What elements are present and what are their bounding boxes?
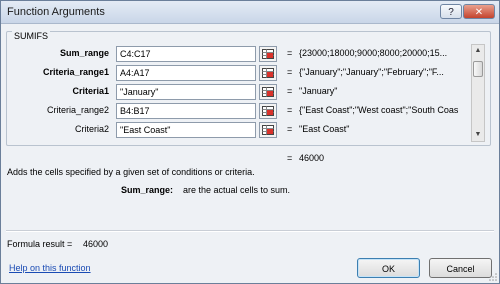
argument-help-name: Sum_range: bbox=[121, 185, 174, 195]
scroll-down-icon[interactable]: ▼ bbox=[472, 129, 484, 141]
criteria2-input[interactable] bbox=[116, 122, 256, 138]
function-result-equals: = bbox=[287, 153, 293, 163]
argument-label: Criteria_range1 bbox=[42, 67, 109, 77]
collapse-dialog-button[interactable] bbox=[259, 46, 277, 62]
close-icon: ✕ bbox=[474, 7, 484, 18]
equals-sign: = bbox=[287, 48, 293, 58]
equals-sign: = bbox=[287, 67, 293, 77]
collapse-dialog-button[interactable] bbox=[259, 122, 277, 138]
sum-range-input[interactable] bbox=[116, 46, 256, 62]
argument-row-criteria-range1: Criteria_range1 = {"January";"January";"… bbox=[1, 65, 500, 82]
criteria1-input[interactable] bbox=[116, 84, 256, 100]
criteria-range2-input[interactable] bbox=[116, 103, 256, 119]
function-result-value: 46000 bbox=[299, 153, 325, 163]
title-help-button[interactable]: ? bbox=[440, 4, 462, 19]
collapse-dialog-button[interactable] bbox=[259, 103, 277, 119]
range-collapse-icon bbox=[262, 68, 274, 78]
function-description: Adds the cells specified by a given set … bbox=[7, 167, 255, 177]
range-collapse-icon bbox=[262, 87, 274, 97]
ok-button[interactable]: OK bbox=[357, 258, 420, 278]
scroll-up-icon[interactable]: ▲ bbox=[472, 45, 484, 57]
argument-value: "East Coast" bbox=[299, 124, 350, 134]
window-title: Function Arguments bbox=[7, 6, 105, 18]
collapse-dialog-button[interactable] bbox=[259, 65, 277, 81]
argument-label: Criteria2 bbox=[74, 124, 109, 134]
argument-label: Criteria1 bbox=[72, 86, 109, 96]
divider bbox=[6, 230, 494, 232]
resize-grip-icon[interactable] bbox=[489, 273, 497, 281]
arguments-scrollbar[interactable]: ▲ ▼ bbox=[471, 44, 485, 142]
equals-sign: = bbox=[287, 86, 293, 96]
title-close-button[interactable]: ✕ bbox=[463, 4, 495, 19]
collapse-dialog-button[interactable] bbox=[259, 84, 277, 100]
argument-row-criteria-range2: Criteria_range2 = {"East Coast";"West co… bbox=[1, 103, 500, 120]
cancel-button[interactable]: Cancel bbox=[429, 258, 492, 278]
formula-result-label: Formula result = bbox=[7, 239, 73, 249]
argument-value: "January" bbox=[299, 86, 338, 96]
argument-row-criteria1: Criteria1 = "January" bbox=[1, 84, 500, 101]
range-collapse-icon bbox=[262, 49, 274, 59]
help-on-function-link[interactable]: Help on this function bbox=[9, 263, 91, 273]
argument-value: {"January";"January";"February";"F... bbox=[299, 67, 444, 77]
help-icon: ? bbox=[448, 7, 454, 18]
argument-value: {23000;18000;9000;8000;20000;15... bbox=[299, 48, 448, 58]
argument-help-text: are the actual cells to sum. bbox=[183, 185, 291, 195]
function-arguments-dialog: Function Arguments ? ✕ SUMIFS Sum_range … bbox=[0, 0, 500, 284]
equals-sign: = bbox=[287, 124, 293, 134]
function-name: SUMIFS bbox=[12, 31, 51, 41]
argument-row-criteria2: Criteria2 = "East Coast" bbox=[1, 122, 500, 139]
range-collapse-icon bbox=[262, 106, 274, 116]
criteria-range1-input[interactable] bbox=[116, 65, 256, 81]
range-collapse-icon bbox=[262, 125, 274, 135]
formula-result-value: 46000 bbox=[83, 239, 109, 249]
argument-label: Criteria_range2 bbox=[46, 105, 109, 115]
title-bar[interactable]: Function Arguments ? ✕ bbox=[1, 1, 499, 24]
equals-sign: = bbox=[287, 105, 293, 115]
argument-label: Sum_range bbox=[59, 48, 109, 58]
scroll-thumb[interactable] bbox=[473, 61, 483, 77]
argument-row-sum-range: Sum_range = {23000;18000;9000;8000;20000… bbox=[1, 46, 500, 63]
argument-value: {"East Coast";"West coast";"South Coas bbox=[299, 105, 459, 115]
